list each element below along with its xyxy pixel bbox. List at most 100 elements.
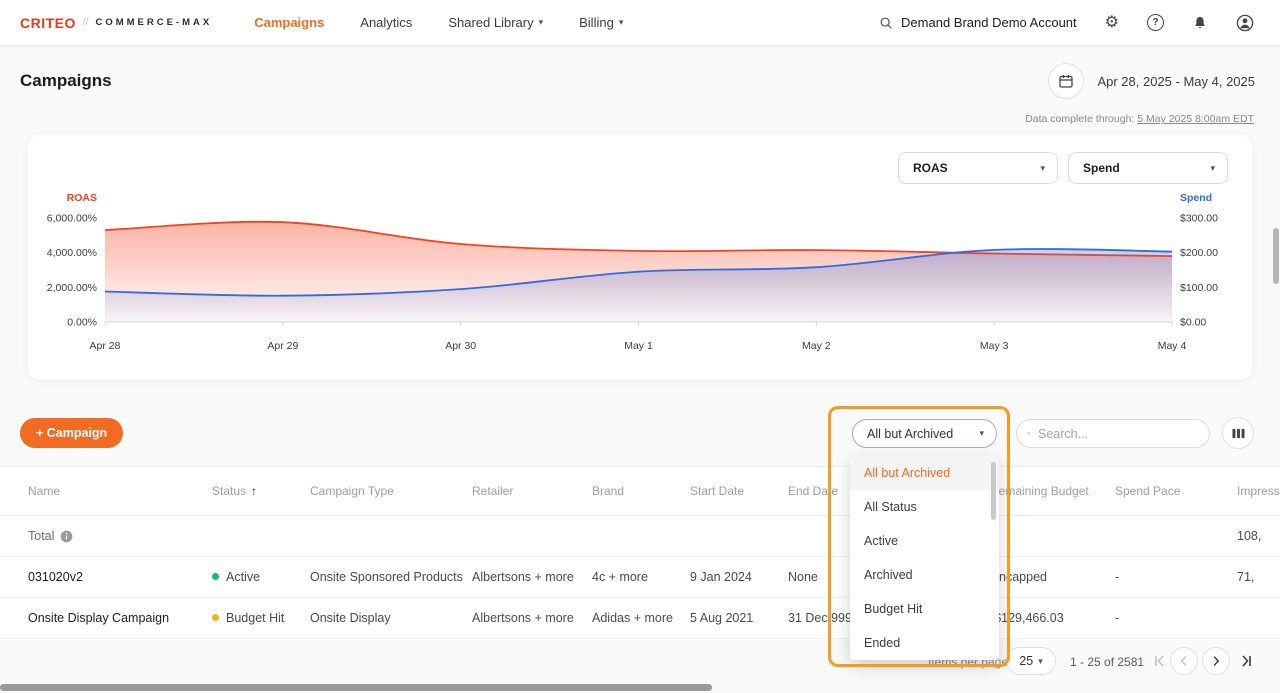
cell-remaining-budget: -$129,466.03 <box>990 611 1064 625</box>
column-header-impressions[interactable]: Impressions <box>1237 484 1280 498</box>
svg-text:4,000.00%: 4,000.00% <box>47 247 97 259</box>
column-settings-button[interactable] <box>1222 417 1254 449</box>
table-row[interactable]: Onsite Display CampaignBudget HitOnsite … <box>0 598 1280 639</box>
next-page-button[interactable] <box>1202 647 1230 675</box>
status-filter-menu: All but ArchivedAll StatusActiveArchived… <box>850 456 999 660</box>
data-complete-note: Data complete through: 5 May 2025 8:00am… <box>1025 113 1254 125</box>
horizontal-scrollbar[interactable] <box>0 684 712 691</box>
status-menu-item[interactable]: Ended <box>850 626 999 660</box>
chevron-down-icon: ▾ <box>979 428 984 439</box>
items-per-page-select[interactable]: 25 ▾ <box>1006 647 1056 675</box>
status-menu-item[interactable]: All Status <box>850 490 999 524</box>
cell-end-date: 31 Dec 9999 <box>788 611 859 625</box>
pagination-range: 1 - 25 of 2581 <box>1070 655 1144 669</box>
column-header-brand[interactable]: Brand <box>592 484 624 498</box>
profile-icon[interactable] <box>1236 14 1254 32</box>
svg-text:$200.00: $200.00 <box>1180 247 1218 259</box>
nav-campaigns[interactable]: Campaigns <box>254 15 324 30</box>
cell-name[interactable]: Onsite Display Campaign <box>28 611 169 625</box>
calendar-button[interactable] <box>1048 63 1084 99</box>
first-page-icon <box>1152 653 1168 669</box>
logo-wordmark: CRITEO <box>20 15 76 31</box>
nav-label: Shared Library <box>448 15 533 30</box>
app: CRITEO // COMMERCE-MAX Campaigns Analyti… <box>0 0 1280 693</box>
chevron-left-icon <box>1177 654 1191 668</box>
search-input[interactable] <box>1038 427 1199 441</box>
column-header-campaign-type[interactable]: Campaign Type <box>310 484 394 498</box>
nav-label: Analytics <box>360 15 412 30</box>
status-menu-item[interactable]: All but Archived <box>850 456 999 490</box>
items-per-page-value: 25 <box>1019 654 1033 668</box>
date-range-picker[interactable]: Apr 28, 2025 - May 4, 2025 <box>1048 63 1255 99</box>
info-icon[interactable] <box>60 530 73 543</box>
svg-text:$0.00: $0.00 <box>1180 317 1206 329</box>
nav-shared-library[interactable]: Shared Library ▾ <box>448 15 543 30</box>
svg-text:Apr 28: Apr 28 <box>90 340 121 352</box>
cell-status: Budget Hit <box>212 611 284 625</box>
status-label: Active <box>226 570 260 584</box>
right-metric-value: Spend <box>1083 161 1120 175</box>
cell-impressions: 108, <box>1237 529 1261 543</box>
nav-billing[interactable]: Billing▾ <box>579 15 623 30</box>
table-row[interactable]: 031020v2 Active Onsite Sponsored Products A… <box>0 557 1280 598</box>
cell-start-date: 9 Jan 2024 <box>690 570 752 584</box>
cell-status: Active <box>212 570 260 584</box>
svg-text:May 2: May 2 <box>802 340 831 352</box>
cell-end-date: None <box>788 570 818 584</box>
total-row: Total 108, <box>0 516 1280 557</box>
svg-text:ROAS: ROAS <box>67 192 97 204</box>
table-header-row: Name Status↑ Campaign Type Retailer Brand Sta… <box>0 466 1280 516</box>
add-campaign-button[interactable]: + Campaign <box>20 418 123 448</box>
table-body: Total 108, 031020v2 Active Onsite Sponsored … <box>0 516 1280 639</box>
calendar-icon <box>1058 73 1074 89</box>
column-header-status[interactable]: Status↑ <box>212 484 257 498</box>
status-filter-dropdown[interactable]: All but Archived ▾ <box>852 419 997 448</box>
search-icon <box>879 16 893 30</box>
date-range-value: Apr 28, 2025 - May 4, 2025 <box>1097 74 1255 89</box>
previous-page-button[interactable] <box>1170 647 1198 675</box>
column-header-retailer[interactable]: Retailer <box>472 484 513 498</box>
page-title: Campaigns <box>20 71 112 91</box>
vertical-scrollbar[interactable] <box>1273 228 1279 284</box>
cell-campaign-type: Onsite Sponsored Products <box>310 570 463 584</box>
cell-spend-pace: - <box>1115 570 1119 584</box>
performance-chart-card: ROAS ▾ Spend ▾ 6,000.00%4,000.00%2,000.0… <box>28 135 1252 380</box>
chevron-down-icon: ▾ <box>1040 163 1045 174</box>
chevron-down-icon: ▾ <box>539 17 544 28</box>
cell-brand: Adidas + more <box>592 611 673 625</box>
column-header-spend-pace[interactable]: Spend Pace <box>1115 484 1180 498</box>
column-header-remaining-budget[interactable]: Remaining Budget <box>990 484 1089 498</box>
left-metric-dropdown[interactable]: ROAS ▾ <box>898 152 1058 184</box>
cell-brand: 4c + more <box>592 570 648 584</box>
account-switcher[interactable]: Demand Brand Demo Account <box>879 15 1077 30</box>
gear-icon[interactable]: ⚙ <box>1105 15 1119 31</box>
svg-text:Spend: Spend <box>1180 192 1212 204</box>
status-menu-item[interactable]: Active <box>850 524 999 558</box>
cell-spend-pace: - <box>1115 611 1119 625</box>
nav-analytics[interactable]: Analytics <box>360 15 412 30</box>
column-header-start-date[interactable]: Start Date <box>690 484 744 498</box>
campaigns-table: Name Status↑ Campaign Type Retailer Brand Sta… <box>0 466 1280 639</box>
svg-text:6,000.00%: 6,000.00% <box>47 213 97 225</box>
help-icon[interactable]: ? <box>1147 14 1164 31</box>
status-filter-value: All but Archived <box>867 427 953 441</box>
cell-name[interactable]: 031020v2 <box>28 570 83 584</box>
logo-separator: // <box>83 17 89 28</box>
topnav-actions: Demand Brand Demo Account ⚙ ? <box>879 14 1254 32</box>
right-metric-dropdown[interactable]: Spend ▾ <box>1068 152 1228 184</box>
nav-label: Campaigns <box>254 15 324 30</box>
criteo-logo[interactable]: CRITEO // COMMERCE-MAX <box>20 15 212 31</box>
status-menu-item[interactable]: Archived <box>850 558 999 592</box>
svg-text:May 3: May 3 <box>980 340 1009 352</box>
menu-scrollbar[interactable] <box>991 462 996 520</box>
svg-text:$100.00: $100.00 <box>1180 282 1218 294</box>
status-label: Budget Hit <box>226 611 284 625</box>
status-menu-item[interactable]: Budget Hit <box>850 592 999 626</box>
bell-icon[interactable] <box>1192 15 1208 31</box>
column-header-end-date[interactable]: End Date <box>788 484 838 498</box>
total-label: Total <box>28 529 54 543</box>
last-page-button[interactable] <box>1232 647 1260 675</box>
data-complete-link[interactable]: 5 May 2025 8:00am EDT <box>1137 113 1254 125</box>
top-nav: CRITEO // COMMERCE-MAX Campaigns Analyti… <box>0 0 1280 46</box>
column-header-name[interactable]: Name <box>28 484 60 498</box>
